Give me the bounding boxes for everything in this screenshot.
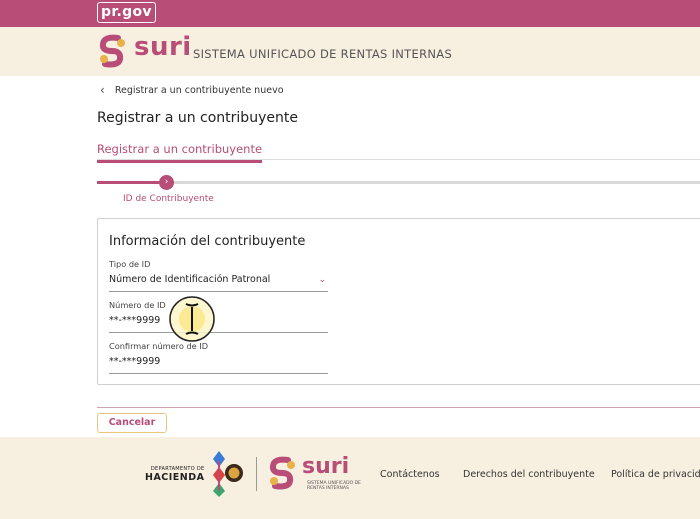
breadcrumb-back-link[interactable]: ‹ Registrar a un contribuyente nuevo — [100, 83, 284, 97]
numero-id-value: **-***9999 — [109, 315, 161, 326]
suri-subtitle: SISTEMA UNIFICADO DE RENTAS INTERNAS — [193, 47, 453, 61]
confirmar-id-value: **-***9999 — [109, 356, 161, 367]
footer-separator — [256, 457, 257, 491]
text-cursor-highlight-icon — [169, 296, 215, 342]
suri-logo-icon[interactable] — [266, 455, 298, 491]
suri-wordmark: suri — [134, 32, 192, 62]
tipo-id-select[interactable]: Número de Identificación Patronal ⌄ — [109, 272, 328, 292]
footer: DEPARTAMENTO DE HACIENDA suri SISTEMA UN… — [0, 437, 700, 519]
footer-link-derechos[interactable]: Derechos del contribuyente — [463, 469, 595, 480]
confirmar-id-label: Confirmar número de ID — [109, 341, 209, 351]
footer-suri-subtitle: SISTEMA UNIFICADO DE RENTAS INTERNAS — [307, 481, 361, 491]
tipo-id-value: Número de Identificación Patronal — [109, 274, 271, 285]
card-title: Información del contribuyente — [109, 234, 306, 249]
cancel-button[interactable]: Cancelar — [97, 413, 167, 433]
footer-link-contactenos[interactable]: Contáctenos — [380, 469, 440, 480]
step-label: ID de Contribuyente — [123, 194, 214, 204]
breadcrumb-label: Registrar a un contribuyente nuevo — [114, 84, 284, 96]
hacienda-logo[interactable]: DEPARTAMENTO DE HACIENDA — [145, 466, 205, 483]
confirmar-id-input[interactable]: **-***9999 — [109, 354, 328, 374]
tipo-id-label: Tipo de ID — [109, 259, 151, 269]
actions-divider — [97, 407, 700, 408]
step-indicator-current: › — [159, 175, 174, 190]
suri-logo-icon[interactable] — [96, 34, 128, 68]
top-bar: pr.gov — [0, 0, 700, 27]
stepper-progress — [97, 181, 159, 184]
prgov-logo[interactable]: pr.gov — [97, 2, 156, 23]
numero-id-label: Número de ID — [109, 300, 166, 310]
stepper-track — [97, 181, 700, 184]
tab-divider — [97, 159, 700, 160]
hacienda-big-text: HACIENDA — [145, 472, 205, 483]
chevron-down-icon: ⌄ — [318, 275, 326, 285]
chevron-left-icon: ‹ — [100, 83, 105, 97]
hacienda-emblem-icon — [213, 451, 243, 497]
footer-link-privacidad[interactable]: Política de privacidad — [611, 469, 700, 480]
footer-suri-wordmark: suri — [302, 454, 350, 479]
suri-header: suri SISTEMA UNIFICADO DE RENTAS INTERNA… — [0, 27, 700, 76]
page-title: Registrar a un contribuyente — [97, 110, 298, 126]
numero-id-input[interactable]: **-***9999 — [109, 313, 328, 333]
